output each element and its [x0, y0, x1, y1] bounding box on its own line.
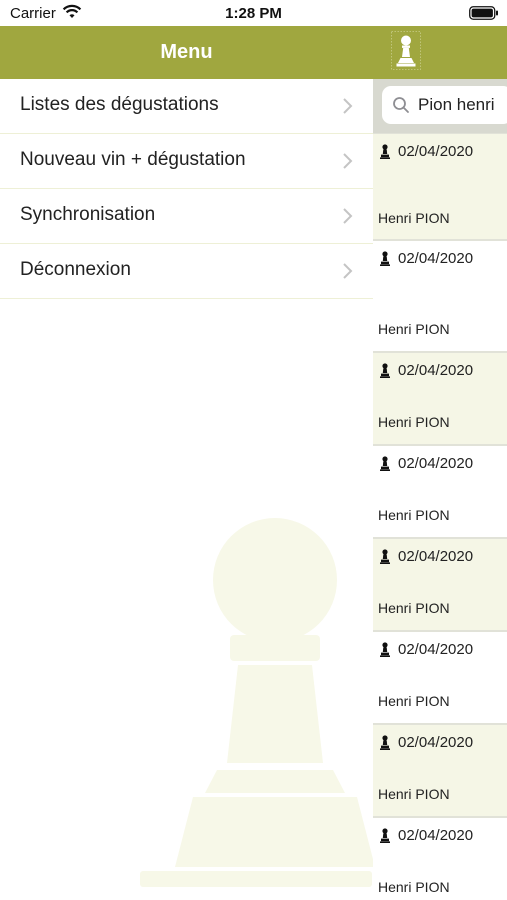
- tasting-date: 02/04/2020: [398, 734, 474, 751]
- tasting-name: Henri PION: [378, 210, 450, 226]
- tasting-date: 02/04/2020: [398, 827, 474, 844]
- pawn-icon: [380, 363, 390, 378]
- pawn-icon: [380, 144, 390, 159]
- pawn-icon: [380, 251, 390, 266]
- tasting-name: Henri PION: [378, 321, 450, 337]
- pawn-logo-icon[interactable]: [391, 30, 421, 74]
- list-item[interactable]: 02/04/2020 Henri PION: [373, 134, 507, 241]
- list-item[interactable]: 02/04/2020 Henri PION: [373, 446, 507, 539]
- pawn-icon: [380, 828, 390, 843]
- search-input[interactable]: Pion henri: [382, 86, 507, 124]
- clock: 1:28 PM: [225, 5, 282, 22]
- tasting-date: 02/04/2020: [398, 250, 474, 267]
- menu-item-synchronisation[interactable]: Synchronisation: [0, 189, 373, 244]
- pawn-icon: [380, 642, 390, 657]
- list-item[interactable]: 02/04/2020 Henri PION: [373, 818, 507, 900]
- menu-item-label: Synchronisation: [20, 204, 156, 225]
- tasting-name: Henri PION: [378, 693, 450, 709]
- search-icon: [393, 97, 409, 113]
- tasting-name: Henri PION: [378, 507, 450, 523]
- nav-title: Menu: [160, 41, 213, 63]
- tasting-date: 02/04/2020: [398, 362, 474, 379]
- chevron-right-icon: [343, 153, 353, 169]
- tasting-date: 02/04/2020: [398, 143, 474, 160]
- navigation-bar: Menu: [0, 26, 507, 79]
- status-bar: Carrier 1:28 PM: [0, 0, 507, 26]
- chevron-right-icon: [343, 263, 353, 279]
- tasting-list: 02/04/2020 Henri PION 02/04/2020 Henri P…: [373, 134, 507, 900]
- tasting-name: Henri PION: [378, 879, 450, 895]
- battery-icon: [469, 6, 498, 20]
- menu-item-label: Nouveau vin + dégustation: [20, 149, 246, 170]
- tasting-list-panel: Pion henri 02/04/2020 Henri PION 02/04/2…: [373, 79, 507, 900]
- list-item[interactable]: 02/04/2020 Henri PION: [373, 632, 507, 725]
- menu-item-label: Déconnexion: [20, 259, 131, 280]
- menu-item-tasting-lists[interactable]: Listes des dégustations: [0, 79, 373, 134]
- tasting-date: 02/04/2020: [398, 548, 474, 565]
- tasting-name: Henri PION: [378, 414, 450, 430]
- pawn-icon: [380, 549, 390, 564]
- pawn-watermark-icon: [140, 518, 375, 887]
- tasting-date: 02/04/2020: [398, 455, 474, 472]
- list-item[interactable]: 02/04/2020 Henri PION: [373, 241, 507, 353]
- chevron-right-icon: [343, 98, 353, 114]
- pawn-icon: [380, 456, 390, 471]
- menu-item-new-wine-tasting[interactable]: Nouveau vin + dégustation: [0, 134, 373, 189]
- search-value: Pion henri: [418, 95, 495, 114]
- list-item[interactable]: 02/04/2020 Henri PION: [373, 539, 507, 632]
- search-bar: Pion henri: [373, 79, 507, 133]
- menu-item-label: Listes des dégustations: [20, 94, 219, 115]
- tasting-date: 02/04/2020: [398, 641, 474, 658]
- side-menu: Listes des dégustations Nouveau vin + dé…: [0, 79, 373, 299]
- pawn-icon: [380, 735, 390, 750]
- tasting-name: Henri PION: [378, 600, 450, 616]
- chevron-right-icon: [343, 208, 353, 224]
- list-item[interactable]: 02/04/2020 Henri PION: [373, 353, 507, 446]
- list-item[interactable]: 02/04/2020 Henri PION: [373, 725, 507, 818]
- menu-item-logout[interactable]: Déconnexion: [0, 244, 373, 299]
- tasting-name: Henri PION: [378, 786, 450, 802]
